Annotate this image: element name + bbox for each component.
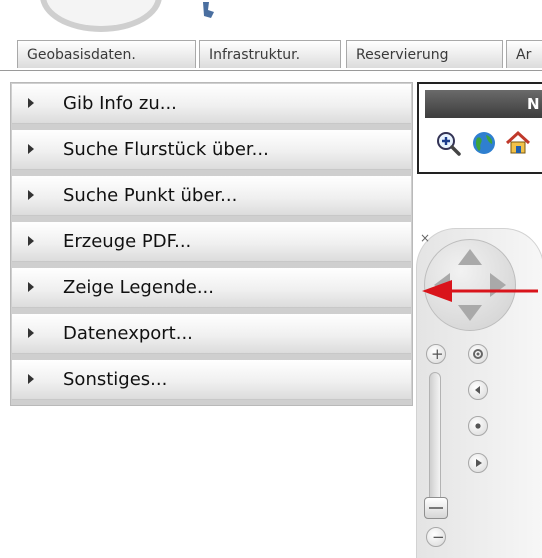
menu-item-label: Suche Flurstück über... xyxy=(63,139,269,160)
target-icon xyxy=(473,349,483,359)
globe-icon[interactable] xyxy=(471,130,497,156)
accordion-menu: Gib Info zu... Suche Flurstück über... S… xyxy=(10,82,413,406)
menu-item-suche-flurstueck[interactable]: Suche Flurstück über... xyxy=(12,130,411,170)
menu-item-sonstiges[interactable]: Sonstiges... xyxy=(12,360,411,400)
menu-item-label: Zeige Legende... xyxy=(63,277,214,298)
expand-arrow-icon xyxy=(28,328,34,338)
toolbar-title: N xyxy=(527,95,540,113)
zoom-extent-button[interactable] xyxy=(468,344,488,364)
nav-forward-button[interactable] xyxy=(468,453,488,473)
menu-item-label: Gib Info zu... xyxy=(63,93,177,114)
zoom-in-button[interactable]: + xyxy=(426,344,446,364)
menu-item-gib-info[interactable]: Gib Info zu... xyxy=(12,84,411,124)
dot-icon xyxy=(475,423,481,429)
triangle-right-icon xyxy=(476,459,482,467)
menu-item-label: Suche Punkt über... xyxy=(63,185,238,206)
expand-arrow-icon xyxy=(28,98,34,108)
home-icon[interactable] xyxy=(505,130,531,156)
toolbar-title-bar: N xyxy=(425,90,542,118)
logo-fragment xyxy=(40,0,162,32)
nav-center-button[interactable] xyxy=(468,416,488,436)
triangle-left-icon xyxy=(475,386,480,394)
expand-arrow-icon xyxy=(28,144,34,154)
menu-item-label: Erzeuge PDF... xyxy=(63,231,192,252)
expand-arrow-icon xyxy=(28,190,34,200)
tab-infrastruktur[interactable]: Infrastruktur. xyxy=(199,40,341,68)
menu-item-suche-punkt[interactable]: Suche Punkt über... xyxy=(12,176,411,216)
zoom-in-icon[interactable] xyxy=(435,130,461,156)
tab-partial[interactable]: Ar xyxy=(506,40,542,68)
menu-item-datenexport[interactable]: Datenexport... xyxy=(12,314,411,354)
app-window: Geobasisdaten. Infrastruktur. Reservieru… xyxy=(0,0,542,558)
logo-mark-icon xyxy=(203,2,214,18)
expand-arrow-icon xyxy=(28,236,34,246)
zoom-out-glyph: − xyxy=(432,528,445,546)
zoom-slider-handle[interactable] xyxy=(424,497,448,519)
zoom-out-button[interactable]: − xyxy=(426,527,446,547)
menu-item-zeige-legende[interactable]: Zeige Legende... xyxy=(12,268,411,308)
menu-item-label: Sonstiges... xyxy=(63,369,168,390)
tab-reservierung[interactable]: Reservierung xyxy=(346,40,503,68)
annotation-arrow-icon xyxy=(422,280,538,302)
menu-item-label: Datenexport... xyxy=(63,323,193,344)
expand-arrow-icon xyxy=(28,374,34,384)
tab-bar: Geobasisdaten. Infrastruktur. Reservieru… xyxy=(0,40,542,71)
expand-arrow-icon xyxy=(28,282,34,292)
map-toolbar: N xyxy=(417,82,542,174)
tab-geobasisdaten[interactable]: Geobasisdaten. xyxy=(17,40,196,68)
menu-item-erzeuge-pdf[interactable]: Erzeuge PDF... xyxy=(12,222,411,262)
nav-back-button[interactable] xyxy=(468,380,488,400)
zoom-in-glyph: + xyxy=(431,345,444,363)
